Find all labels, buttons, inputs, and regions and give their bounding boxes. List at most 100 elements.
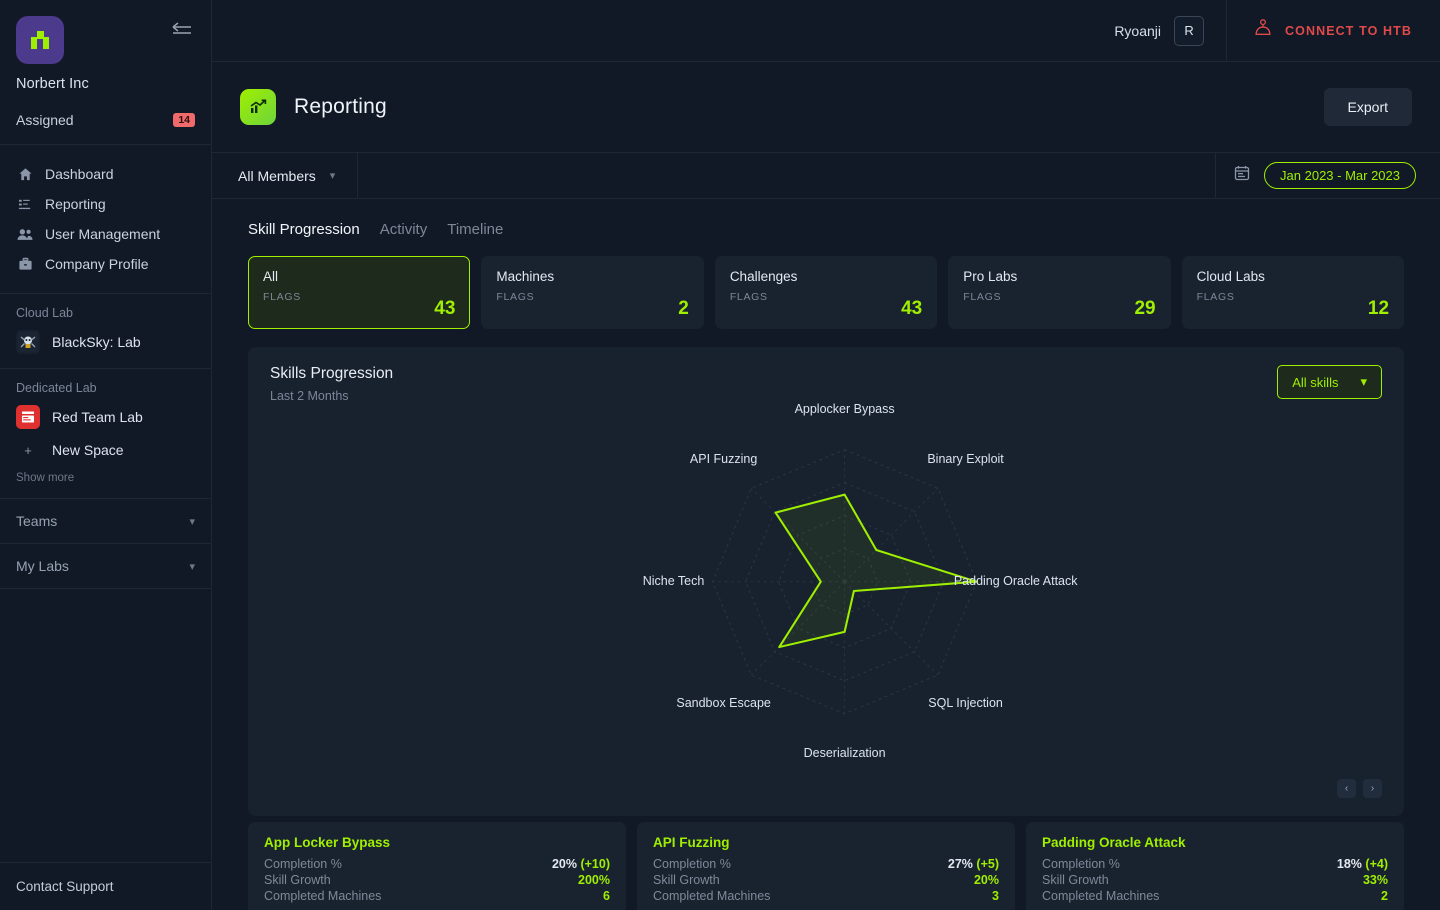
skill-card-row-item: Completion % 18% (+4) [1042, 856, 1388, 872]
assigned-row[interactable]: Assigned 14 [0, 112, 211, 145]
skill-card-row-item: Skill Growth 20% [653, 872, 999, 888]
chevron-right-icon[interactable]: › [1363, 779, 1382, 798]
tab-bar: Skill Progression Activity Timeline [240, 199, 1412, 256]
stat-card-cloud-labs[interactable]: Cloud Labs FLAGS 12 [1182, 256, 1404, 329]
panel-title: Skills Progression [270, 365, 393, 383]
collapse-sidebar-icon[interactable] [171, 22, 193, 40]
assigned-count-badge: 14 [173, 113, 195, 128]
chevron-down-icon: ▾ [189, 560, 195, 573]
tab-activity[interactable]: Activity [380, 221, 428, 238]
chevron-left-icon[interactable]: ‹ [1337, 779, 1356, 798]
sidebar: Norbert Inc Assigned 14 Dashboard [0, 0, 212, 910]
home-icon [16, 165, 34, 183]
filter-bar: All Members ▾ Jan 2023 - Mar 2023 [212, 152, 1440, 199]
skill-card-row-item: Completion % 20% (+10) [264, 856, 610, 872]
skill-metric-label: Skill Growth [1042, 873, 1109, 887]
htb-connect-icon [1253, 18, 1273, 43]
page-header-left: Reporting [240, 89, 387, 125]
stat-card-name: Challenges [730, 269, 922, 284]
stat-card-value: 43 [901, 298, 922, 320]
radar-axis-label: SQL Injection [928, 696, 1003, 710]
my-labs-label: My Labs [16, 558, 69, 574]
blacksky-icon [16, 330, 40, 354]
show-more-link[interactable]: Show more [16, 472, 195, 484]
report-icon [16, 195, 34, 213]
sidebar-item-user-management[interactable]: User Management [0, 219, 211, 249]
skill-card-title: App Locker Bypass [264, 835, 610, 850]
stat-card-value: 43 [434, 298, 455, 320]
member-filter-dropdown[interactable]: All Members ▾ [212, 153, 358, 198]
sidebar-group-teams[interactable]: Teams ▾ [0, 499, 211, 544]
skill-card-row: App Locker Bypass Completion % 20% (+10)… [240, 822, 1412, 910]
radar-chart-svg [270, 403, 1382, 779]
skill-metric-label: Completion % [653, 857, 731, 871]
export-button[interactable]: Export [1324, 88, 1412, 126]
avatar[interactable]: R [1174, 16, 1204, 46]
stat-card-pro-labs[interactable]: Pro Labs FLAGS 29 [948, 256, 1170, 329]
sidebar-item-label: BlackSky: Lab [52, 334, 141, 350]
panel-subtitle: Last 2 Months [270, 389, 393, 403]
panel-header-text: Skills Progression Last 2 Months [270, 365, 393, 403]
sidebar-header: Norbert Inc [0, 0, 211, 92]
skill-metric-label: Completed Machines [264, 889, 381, 903]
calendar-icon[interactable] [1234, 165, 1250, 186]
member-filter-value: All Members [238, 168, 316, 184]
skill-metric-value: 6 [603, 889, 610, 903]
skill-card[interactable]: App Locker Bypass Completion % 20% (+10)… [248, 822, 626, 910]
stat-card-machines[interactable]: Machines FLAGS 2 [481, 256, 703, 329]
stat-card-value: 29 [1134, 298, 1155, 320]
sidebar-item-new-space[interactable]: + New Space [16, 442, 195, 458]
skills-filter-dropdown[interactable]: All skills ▾ [1277, 365, 1382, 399]
sidebar-item-label: Reporting [45, 196, 106, 212]
skill-card-row-item: Completed Machines 3 [653, 888, 999, 904]
brand-name: Norbert Inc [16, 76, 195, 92]
stat-card-row: All FLAGS 43 Machines FLAGS 2 Challenges… [240, 256, 1412, 329]
dedicated-lab-section: Dedicated Lab Red Team Lab + New Space S… [0, 369, 211, 499]
skill-card-row-item: Skill Growth 33% [1042, 872, 1388, 888]
briefcase-icon [16, 255, 34, 273]
stat-card-all[interactable]: All FLAGS 43 [248, 256, 470, 329]
sidebar-item-reporting[interactable]: Reporting [0, 189, 211, 219]
connect-to-htb-button[interactable]: CONNECT TO HTB [1227, 0, 1440, 62]
app-root: Norbert Inc Assigned 14 Dashboard [0, 0, 1440, 910]
stat-card-name: Machines [496, 269, 688, 284]
topbar: Ryoanji R CONNECT TO HTB [212, 0, 1440, 62]
skill-metric-value: 20% (+10) [552, 857, 610, 871]
sidebar-item-dashboard[interactable]: Dashboard [0, 159, 211, 189]
sidebar-item-blacksky-lab[interactable]: BlackSky: Lab [16, 330, 195, 354]
stat-card-challenges[interactable]: Challenges FLAGS 43 [715, 256, 937, 329]
radar-axis-label: Padding Oracle Attack [954, 574, 1078, 588]
sidebar-group-my-labs[interactable]: My Labs ▾ [0, 544, 211, 589]
sidebar-item-company-profile[interactable]: Company Profile [0, 249, 211, 279]
date-range-area: Jan 2023 - Mar 2023 [1216, 153, 1440, 198]
sidebar-item-red-team-lab[interactable]: Red Team Lab [16, 405, 195, 429]
date-range-pill[interactable]: Jan 2023 - Mar 2023 [1264, 162, 1416, 189]
skill-card-row-item: Completed Machines 6 [264, 888, 610, 904]
contact-support-link[interactable]: Contact Support [0, 862, 211, 910]
sidebar-nav: Dashboard Reporting [0, 145, 211, 294]
skill-card[interactable]: Padding Oracle Attack Completion % 18% (… [1026, 822, 1404, 910]
sidebar-item-label: Company Profile [45, 256, 149, 272]
skill-metric-value: 18% (+4) [1337, 857, 1388, 871]
radar-axis-label: Deserialization [804, 746, 886, 760]
user-name: Ryoanji [1114, 23, 1161, 39]
skill-metric-label: Completion % [264, 857, 342, 871]
skill-card-row-item: Skill Growth 200% [264, 872, 610, 888]
skill-metric-value: 33% [1363, 873, 1388, 887]
sidebar-spacer [0, 589, 211, 862]
panel-header: Skills Progression Last 2 Months All ski… [270, 365, 1382, 403]
sidebar-item-label: User Management [45, 226, 160, 242]
skill-metric-value: 2 [1381, 889, 1388, 903]
radar-axis-label: Binary Exploit [927, 452, 1003, 466]
skills-filter-value: All skills [1292, 375, 1338, 390]
skill-card-title: Padding Oracle Attack [1042, 835, 1388, 850]
stat-card-value: 2 [678, 298, 689, 320]
skill-metric-label: Completion % [1042, 857, 1120, 871]
user-block[interactable]: Ryoanji R [1114, 0, 1227, 62]
skill-card-row-item: Completion % 27% (+5) [653, 856, 999, 872]
radar-chart: Applocker BypassBinary ExploitPadding Or… [270, 403, 1382, 779]
stat-card-sub: FLAGS [496, 291, 688, 303]
skill-card[interactable]: API Fuzzing Completion % 27% (+5) Skill … [637, 822, 1015, 910]
tab-skill-progression[interactable]: Skill Progression [248, 221, 360, 238]
tab-timeline[interactable]: Timeline [447, 221, 503, 238]
